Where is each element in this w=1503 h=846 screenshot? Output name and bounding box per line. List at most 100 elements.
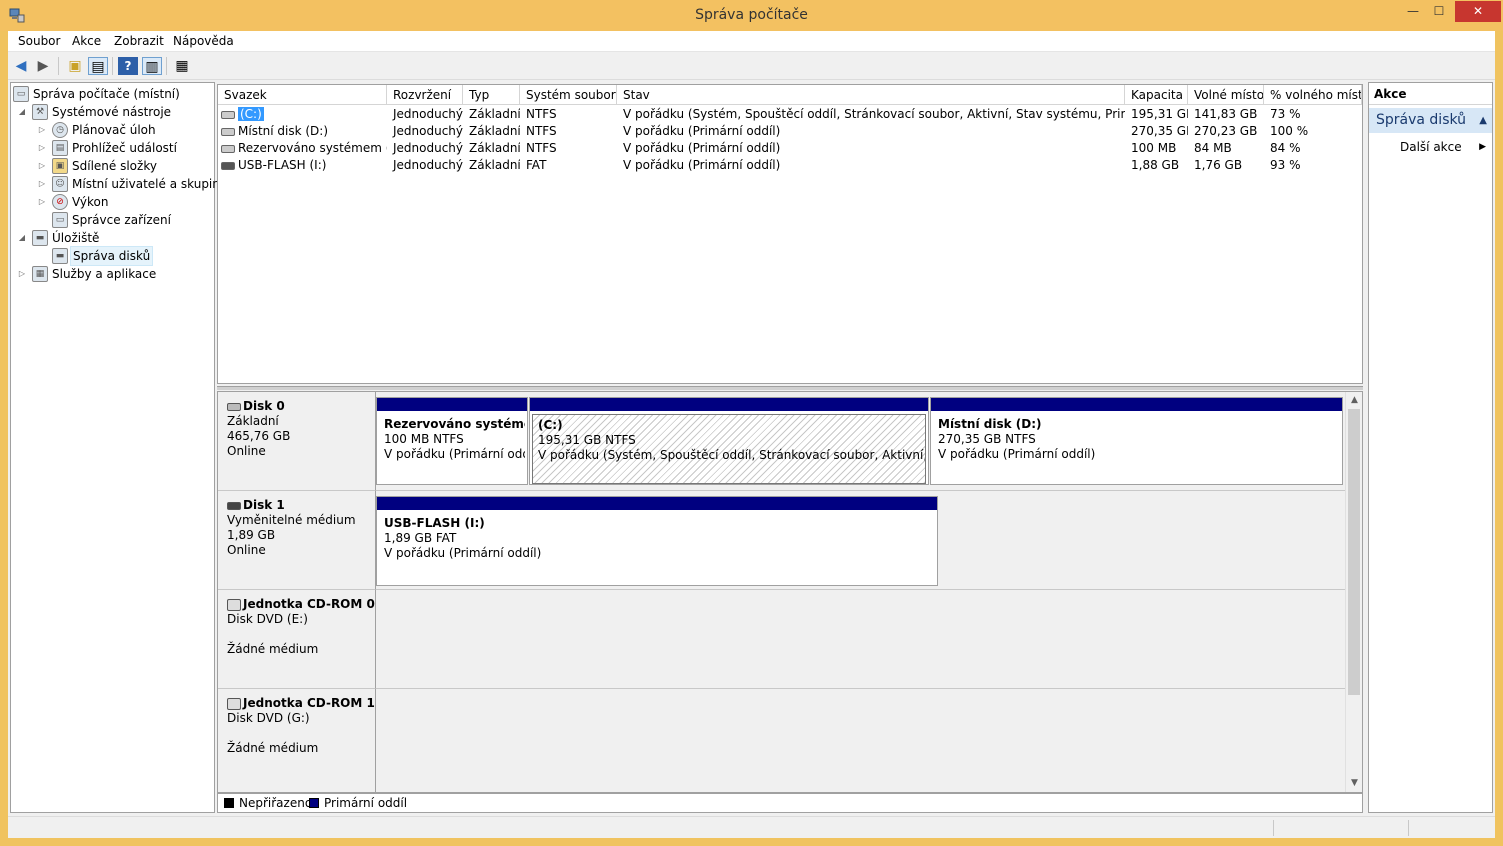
- show-hide-tree-icon[interactable]: ▤: [88, 57, 108, 75]
- collapsed-arrow-icon[interactable]: ▷: [37, 121, 47, 139]
- properties-icon[interactable]: ▦: [172, 57, 192, 75]
- actions-pane: Akce Správa disků ▲ Další akce ▶: [1368, 82, 1493, 813]
- title-bar[interactable]: Správa počítače — ☐ ✕: [0, 0, 1503, 31]
- tree-item-label: Správa počítače (místní): [33, 87, 180, 101]
- submenu-arrow-icon: ▶: [1479, 142, 1486, 152]
- disk-media: Žádné médium: [227, 741, 319, 755]
- storage-icon: ▬: [32, 230, 48, 246]
- column-header-layout[interactable]: Rozvržení: [387, 85, 463, 105]
- legend-primary: Primární oddíl: [324, 796, 408, 810]
- back-arrow-icon[interactable]: ◀: [11, 57, 31, 75]
- cdrom-1-label[interactable]: Jednotka CD-ROM 1 Disk DVD (G:) Žádné mé…: [218, 689, 376, 792]
- column-header-percent-free[interactable]: % volného místa: [1264, 85, 1362, 105]
- expanded-arrow-icon[interactable]: ◢: [17, 103, 27, 121]
- column-header-free-space[interactable]: Volné místo: [1188, 85, 1264, 105]
- cdrom-0-label[interactable]: Jednotka CD-ROM 0 Disk DVD (E:) Žádné mé…: [218, 590, 376, 689]
- close-button[interactable]: ✕: [1455, 1, 1501, 22]
- scroll-up-icon[interactable]: ▲: [1346, 392, 1362, 409]
- tree-item-label: Systémové nástroje: [52, 105, 172, 119]
- column-header-status[interactable]: Stav: [617, 85, 1125, 105]
- table-cell: 1,88 GB: [1131, 158, 1180, 172]
- column-header-volume[interactable]: Svazek: [218, 85, 387, 105]
- collapsed-arrow-icon[interactable]: ▷: [37, 175, 47, 193]
- minimize-button[interactable]: —: [1400, 4, 1426, 26]
- table-cell: 84 %: [1270, 141, 1301, 155]
- partition-status: V pořádku (Systém, Spouštěcí oddíl, Strá…: [538, 448, 926, 462]
- partition-title: (C:): [538, 418, 563, 432]
- computer-management-icon: ▭: [13, 86, 29, 102]
- navigation-tree: ▭ Správa počítače (místní) ◢ ⚒ Systémové…: [10, 82, 227, 813]
- toolbar-separator: [112, 57, 113, 75]
- up-folder-icon[interactable]: ▣: [65, 57, 85, 75]
- column-header-type[interactable]: Typ: [463, 85, 520, 105]
- collapsed-arrow-icon[interactable]: ▷: [37, 157, 47, 175]
- menu-help[interactable]: Nápověda: [173, 34, 234, 48]
- tree-item-label: Výkon: [72, 195, 109, 209]
- disk-0-label[interactable]: Disk 0 Základní 465,76 GB Online: [218, 392, 376, 491]
- toolbar-separator: [58, 57, 59, 75]
- scrollbar-thumb[interactable]: [1348, 409, 1360, 695]
- table-row[interactable]: USB-FLASH (I:): [218, 157, 387, 174]
- hard-disk-icon: [227, 402, 241, 411]
- disk-map-scrollbar[interactable]: ▲ ▼: [1345, 392, 1362, 792]
- scroll-down-icon[interactable]: ▼: [1346, 775, 1362, 792]
- collapsed-arrow-icon[interactable]: ▷: [37, 139, 47, 157]
- partition-size: 270,35 GB NTFS: [938, 432, 1036, 446]
- maximize-button[interactable]: ☐: [1426, 4, 1452, 26]
- partition-d[interactable]: Místní disk (D:) 270,35 GB NTFS V pořádk…: [930, 397, 1343, 485]
- status-separator: [1408, 820, 1409, 836]
- table-row[interactable]: Místní disk (D:): [218, 123, 387, 140]
- disk-1-label[interactable]: Disk 1 Vyměnitelné médium 1,89 GB Online: [218, 491, 376, 590]
- forward-arrow-icon[interactable]: ▶: [33, 57, 53, 75]
- table-cell: Jednoduchý: [393, 124, 463, 138]
- client-area: Soubor Akce Zobrazit Nápověda ◀ ▶ ▣ ▤ ? …: [8, 31, 1495, 838]
- disk-status: Online: [227, 543, 266, 557]
- table-row[interactable]: Rezervováno systémem (F:): [218, 140, 387, 157]
- volume-icon: [221, 144, 235, 153]
- primary-swatch: [309, 798, 319, 808]
- pane-splitter[interactable]: [217, 386, 1363, 390]
- partition-color-bar: [530, 398, 928, 411]
- removable-disk-icon: [227, 501, 241, 510]
- show-hide-actions-icon[interactable]: ▥: [142, 57, 162, 75]
- more-actions-item[interactable]: Další akce ▶: [1400, 138, 1492, 156]
- table-cell: Jednoduchý: [393, 158, 463, 172]
- partition-color-bar: [931, 398, 1342, 411]
- column-header-capacity[interactable]: Kapacita: [1125, 85, 1188, 105]
- disk-1-partitions: USB-FLASH (I:) 1,89 GB FAT V pořádku (Pr…: [376, 491, 1345, 590]
- partition-usb[interactable]: USB-FLASH (I:) 1,89 GB FAT V pořádku (Pr…: [376, 496, 938, 586]
- partition-title: USB-FLASH (I:): [384, 516, 485, 530]
- users-icon: ☺: [52, 176, 68, 192]
- collapsed-arrow-icon[interactable]: ▷: [17, 265, 27, 283]
- tree-item-label: Správa disků: [70, 246, 154, 266]
- partition-color-bar: [377, 497, 937, 510]
- partition-title: Rezervováno systémem: [384, 417, 525, 431]
- help-icon[interactable]: ?: [118, 57, 138, 75]
- table-cell: V pořádku (Primární oddíl): [623, 158, 781, 172]
- table-cell: FAT: [526, 158, 547, 172]
- menu-action[interactable]: Akce: [72, 34, 101, 48]
- disk-type: Základní: [227, 414, 279, 428]
- table-cell: Základní: [469, 158, 520, 172]
- table-cell: 270,35 GB: [1131, 124, 1188, 138]
- partition-c[interactable]: (C:) 195,31 GB NTFS V pořádku (Systém, S…: [529, 397, 929, 485]
- cdrom-1-area: [376, 689, 1345, 792]
- table-cell: V pořádku (Primární oddíl): [623, 124, 781, 138]
- expanded-arrow-icon[interactable]: ◢: [17, 229, 27, 247]
- collapsed-arrow-icon[interactable]: ▷: [37, 193, 47, 211]
- disk-0-partitions: Rezervováno systémem 100 MB NTFS V pořád…: [376, 392, 1345, 491]
- menu-view[interactable]: Zobrazit: [114, 34, 164, 48]
- table-cell: Základní: [469, 107, 520, 121]
- table-cell: Základní: [469, 124, 520, 138]
- disk-size: 1,89 GB: [227, 528, 276, 542]
- collapse-up-icon[interactable]: ▲: [1479, 108, 1487, 133]
- clock-icon: ◷: [52, 122, 68, 138]
- column-header-filesystem[interactable]: Systém souborů: [520, 85, 617, 105]
- more-actions-label: Další akce: [1400, 140, 1462, 154]
- partition-reserved[interactable]: Rezervováno systémem 100 MB NTFS V pořád…: [376, 397, 528, 485]
- menu-file[interactable]: Soubor: [18, 34, 60, 48]
- cd-drive-icon: [227, 697, 241, 710]
- table-row[interactable]: (C:): [218, 106, 387, 123]
- actions-section-disk-management[interactable]: Správa disků ▲: [1369, 108, 1492, 133]
